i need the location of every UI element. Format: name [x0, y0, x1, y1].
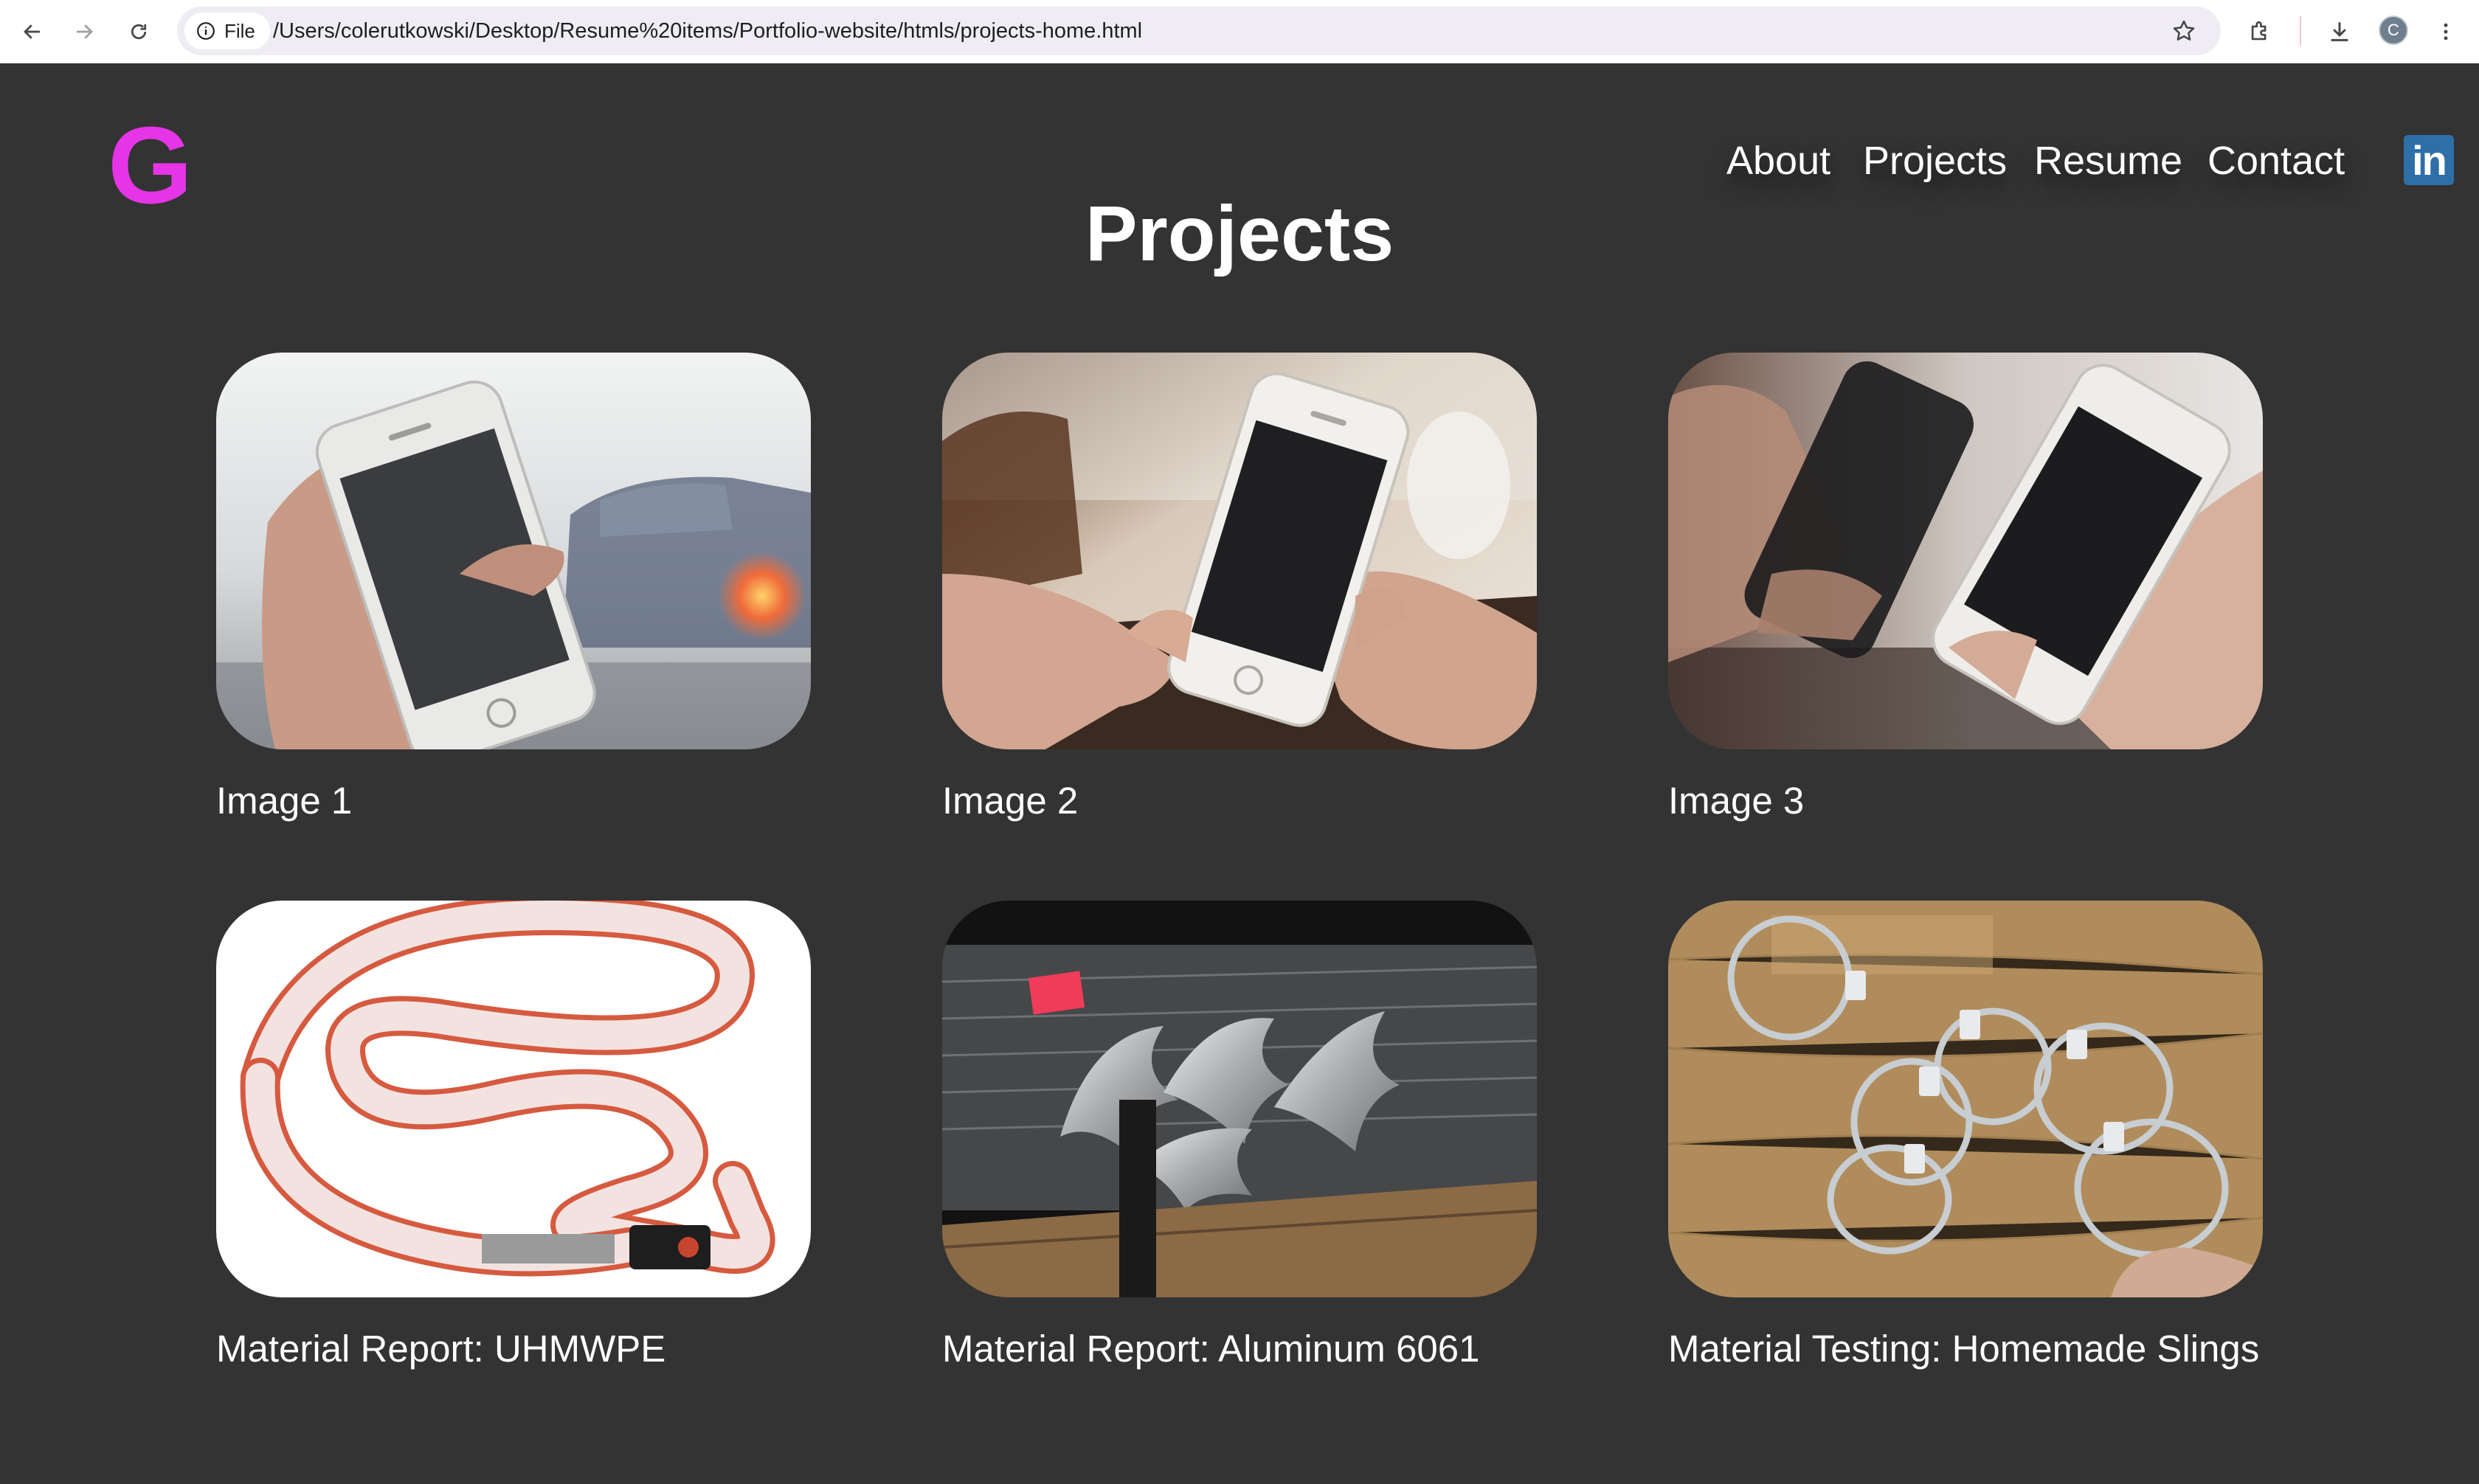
star-icon [2173, 20, 2195, 41]
url-text[interactable]: /Users/colerutkowski/Desktop/Resume%20it… [273, 7, 1142, 55]
nav-link-projects[interactable]: Projects [1863, 131, 2007, 190]
puzzle-icon [2251, 21, 2267, 41]
project-image[interactable] [1668, 901, 2263, 1297]
project-card[interactable]: Material Report: UHMWPE [216, 901, 811, 1370]
downloads-button[interactable] [2318, 10, 2361, 53]
extensions-button[interactable] [2238, 10, 2281, 53]
project-caption[interactable]: Material Report: Aluminum 6061 [942, 1327, 1680, 1370]
browser-toolbar: File /Users/colerutkowski/Desktop/Resume… [0, 0, 2479, 63]
project-caption[interactable]: Image 3 [1668, 779, 2406, 822]
project-image[interactable] [942, 901, 1537, 1297]
site-nav: About Projects Resume Contact [0, 131, 2479, 190]
project-card[interactable]: Image 3 [1668, 353, 2263, 822]
more-vertical-icon [2444, 23, 2448, 41]
project-image[interactable] [216, 353, 811, 749]
project-caption[interactable]: Material Testing: Homemade Slings [1668, 1327, 2406, 1370]
project-image[interactable] [216, 901, 811, 1297]
site-info-chip[interactable]: File [184, 13, 270, 49]
arrow-left-icon [24, 24, 40, 39]
bookmark-button[interactable] [2166, 13, 2202, 49]
linkedin-icon[interactable]: in [2404, 135, 2454, 185]
address-bar[interactable]: File /Users/colerutkowski/Desktop/Resume… [177, 7, 2221, 55]
reload-button[interactable] [118, 11, 159, 52]
toolbar-divider [2300, 16, 2301, 46]
nav-link-about[interactable]: About [1726, 131, 1830, 190]
project-caption[interactable]: Image 2 [942, 779, 1680, 822]
forward-button[interactable] [63, 11, 105, 52]
download-icon [2331, 22, 2348, 41]
project-card[interactable]: Material Report: Aluminum 6061 [942, 901, 1537, 1370]
project-caption[interactable]: Material Report: UHMWPE [216, 1327, 954, 1370]
profile-avatar[interactable]: C [2379, 15, 2408, 45]
project-card[interactable]: Material Testing: Homemade Slings [1668, 901, 2263, 1370]
nav-link-contact[interactable]: Contact [2207, 131, 2345, 190]
project-image[interactable] [1668, 353, 2263, 749]
scheme-label: File [224, 19, 255, 42]
project-card[interactable]: Image 1 [216, 353, 811, 822]
project-card[interactable]: Image 2 [942, 353, 1537, 822]
reload-icon [131, 24, 147, 40]
info-icon [197, 22, 215, 40]
nav-link-resume[interactable]: Resume [2034, 131, 2182, 190]
arrow-right-icon [77, 24, 93, 39]
page-title: Projects [1085, 190, 1394, 277]
menu-button[interactable] [2424, 10, 2467, 53]
back-button[interactable] [12, 11, 53, 52]
project-image[interactable] [942, 353, 1537, 749]
project-caption[interactable]: Image 1 [216, 779, 954, 822]
